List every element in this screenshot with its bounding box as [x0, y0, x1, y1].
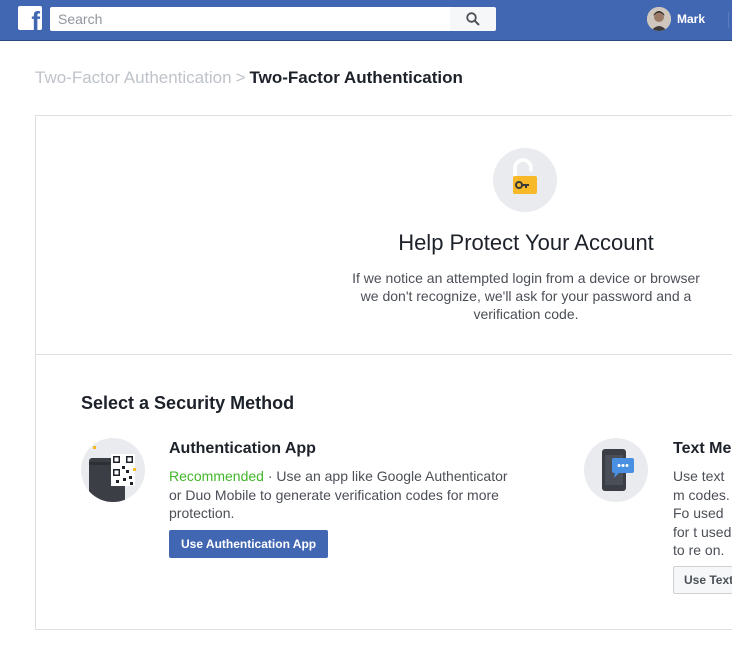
page-title: Two-Factor Authentication [249, 68, 463, 87]
section-title: Select a Security Method [81, 393, 295, 413]
method-title-text-message: Text Mes [673, 440, 732, 457]
use-text-message-button[interactable]: Use Text [673, 566, 732, 594]
profile-name: Mark [677, 12, 706, 26]
search-button[interactable] [450, 7, 496, 31]
logo-letter: f [31, 6, 40, 30]
method-description-auth-app: Recommended · Use an app like Google Aut… [169, 467, 519, 523]
method-title-auth-app: Authentication App [169, 440, 316, 457]
topbar-divider [728, 12, 729, 28]
recommended-label: Recommended [169, 468, 264, 484]
facebook-logo-icon[interactable]: f [18, 6, 42, 30]
breadcrumb-parent-link[interactable]: Two-Factor Authentication [35, 68, 232, 87]
use-authentication-app-button[interactable]: Use Authentication App [169, 530, 329, 558]
breadcrumb-separator: > [235, 68, 246, 87]
qr-code-phone-icon [81, 438, 145, 502]
search-input[interactable] [50, 7, 450, 31]
phone-message-icon [584, 438, 648, 502]
method-description-text-message: Use text m codes. Fo used for t used to … [673, 468, 732, 558]
hero-title: Help Protect Your Account [398, 230, 654, 255]
hero-description: If we notice an attempted login from a d… [352, 270, 700, 322]
profile-link[interactable]: Mark [647, 7, 705, 31]
recommended-separator: · [263, 468, 277, 484]
avatar [647, 7, 671, 31]
padlock-icon [493, 148, 557, 212]
section-divider [36, 354, 732, 355]
search-icon [466, 12, 480, 26]
breadcrumb: Two-Factor Authentication > Two-Factor Aut… [35, 68, 463, 88]
top-navigation-bar: f Mark [0, 0, 732, 41]
security-card: Help Protect Your Account If we notice a… [35, 115, 732, 630]
